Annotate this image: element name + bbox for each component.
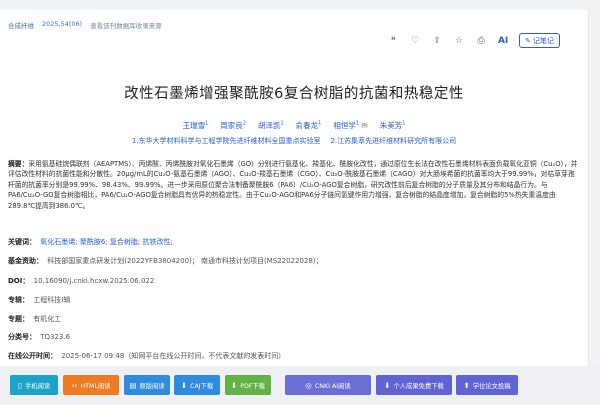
thesis-submit-label: 学位论文投稿: [472, 382, 511, 390]
keywords-row: 关键词： 氧化石墨烯; 聚酰胺6; 复合树脂; 抗铁改性;: [8, 237, 173, 247]
note-label: 记笔记: [533, 36, 554, 45]
author-link[interactable]: 王瑞雪1: [183, 120, 209, 131]
author-name: 胡泽凯: [257, 121, 281, 130]
online-row: 在线公开时间： 2025-06-17 09:48（知网平台在线公开时间，不代表文…: [8, 351, 285, 361]
author-link[interactable]: 相恒学1 ✉: [333, 120, 367, 131]
html-read-label: HTML阅读: [80, 382, 111, 390]
action-bar: ▯ 手机阅读 ‹› HTML阅读 ▤ 原版阅读 ⬇ CAJ下载 ⬇ PDF下载 …: [0, 366, 600, 405]
keywords-label: 关键词：: [8, 238, 36, 246]
fund-row: 基金资助： 科技部国家重点研发计划(2022YFB3804200)； 南通市科技…: [8, 256, 323, 266]
author-affiliation-index: 1: [402, 120, 406, 127]
topic-row: 专辑： 工程科技Ⅰ辑: [8, 295, 70, 305]
affiliation-link[interactable]: 2.江苏集萃先进纤维材料研究所有限公司: [331, 136, 457, 146]
journal-issue[interactable]: 2025,54(06): [42, 20, 82, 30]
original-read-label: 原版阅读: [139, 382, 165, 390]
original-read-button[interactable]: ▤ 原版阅读: [124, 375, 170, 395]
like-icon[interactable]: ♡: [409, 35, 421, 47]
upload-icon: ⬆: [463, 380, 470, 390]
topic-value: 工程科技Ⅰ辑: [33, 296, 71, 304]
author-list: 王瑞雪1 周家良2 胡泽凯1 俞春龙1 相恒学1 ✉ 朱美芳1: [0, 120, 588, 131]
class-row: 分类号： TQ323.6: [8, 332, 70, 342]
personal-free-download-button[interactable]: ⬇ 个人成果免费下载: [376, 375, 452, 395]
print-icon[interactable]: ⎙: [475, 35, 487, 47]
subject-value: 有机化工: [33, 315, 62, 323]
author-name: 朱美芳: [379, 121, 403, 130]
cnki-ai-read-label: CNKI AI阅读: [314, 382, 351, 390]
author-link[interactable]: 俞春龙1: [296, 120, 322, 131]
affiliation-list: 1.东华大学材料科学与工程学院先进纤维材料全国重点实验室 2.江苏集萃先进纤维材料…: [0, 136, 588, 146]
doi-value[interactable]: 10.16090/j.cnki.hcxw.2025.06.022: [34, 277, 155, 285]
database-source-link[interactable]: 查看该刊数据库收录来源: [90, 20, 162, 30]
personal-download-icon: ⬇: [384, 380, 391, 390]
caj-download-label: CAJ下载: [190, 382, 214, 390]
html-icon: ‹›: [71, 380, 78, 390]
subject-label: 专题：: [8, 315, 29, 323]
keywords-value[interactable]: 氧化石墨烯; 聚酰胺6; 复合树脂; 抗铁改性;: [40, 238, 173, 246]
fund-value[interactable]: 科技部国家重点研发计划(2022YFB3804200)； 南通市科技计划项目(M…: [47, 257, 322, 265]
author-link[interactable]: 朱美芳1: [380, 120, 406, 131]
phone-icon: ▯: [17, 380, 22, 390]
subject-row: 专题： 有机化工: [8, 314, 61, 324]
online-label: 在线公开时间：: [8, 352, 57, 360]
abstract-text: 采用氨基硅烷偶联剂（AEAPTMS）、丙烯酸、丙烯酰胺对氧化石墨烯（GO）分别进…: [8, 160, 578, 210]
pdf-download-icon: ⬇: [230, 380, 238, 390]
author-name: 周家良: [220, 121, 243, 130]
author-link[interactable]: 胡泽凯1: [258, 120, 284, 131]
fund-label: 基金资助：: [8, 257, 43, 265]
book-icon: ▤: [129, 380, 137, 390]
author-name: 俞春龙: [295, 121, 319, 130]
note-button[interactable]: ✎ 记笔记: [519, 33, 560, 48]
doi-row: DOI： 10.16090/j.cnki.hcxw.2025.06.022: [8, 276, 154, 286]
online-value: 2025-06-17 09:48（知网平台在线公开时间，不代表文献的发表时间）: [61, 352, 286, 360]
mobile-read-button[interactable]: ▯ 手机阅读: [10, 375, 58, 395]
quote-icon[interactable]: ❝: [387, 35, 399, 47]
pen-icon: ✎: [525, 36, 531, 45]
article-card: 合成纤维 2025,54(06) 查看该刊数据库收录来源 ❝ ♡ ⇪ ☆ ⎙ A…: [0, 10, 589, 366]
pdf-download-button[interactable]: ⬇ PDF下载: [225, 375, 271, 395]
share-icon[interactable]: ⇪: [431, 35, 443, 47]
class-label: 分类号：: [8, 333, 36, 341]
caj-download-button[interactable]: ⬇ CAJ下载: [174, 375, 220, 395]
topic-label: 专辑：: [8, 296, 29, 304]
caj-download-icon: ⬇: [180, 380, 188, 390]
pdf-download-label: PDF下载: [240, 382, 266, 390]
journal-name[interactable]: 合成纤维: [8, 20, 34, 30]
email-icon[interactable]: ✉: [359, 121, 367, 130]
cnki-ai-read-button[interactable]: ◎ CNKI AI阅读: [285, 375, 371, 395]
author-affiliation-index: 2: [242, 120, 246, 127]
abstract-label: 摘要：: [8, 160, 29, 168]
author-link[interactable]: 周家良2: [220, 120, 246, 131]
article-title: 改性石墨烯增强聚酰胺6复合树脂的抗菌和热稳定性: [124, 86, 464, 102]
personal-free-download-label: 个人成果免费下载: [393, 382, 444, 390]
star-icon[interactable]: ☆: [453, 35, 465, 47]
author-name: 王瑞雪: [182, 121, 206, 130]
ai-icon[interactable]: AI: [497, 35, 509, 47]
article-toolbar: ❝ ♡ ⇪ ☆ ⎙ AI ✎ 记笔记: [387, 33, 560, 48]
source-line: 合成纤维 2025,54(06) 查看该刊数据库收录来源: [8, 20, 162, 30]
thesis-submit-button[interactable]: ⬆ 学位论文投稿: [456, 375, 518, 395]
author-affiliation-index: 1: [205, 120, 209, 127]
author-affiliation-index: 1: [318, 120, 322, 127]
html-read-button[interactable]: ‹› HTML阅读: [63, 375, 119, 395]
abstract: 摘要：采用氨基硅烷偶联剂（AEAPTMS）、丙烯酸、丙烯酰胺对氧化石墨烯（GO）…: [8, 159, 578, 211]
author-affiliation-index: 1: [280, 120, 284, 127]
ai-read-icon: ◎: [305, 380, 312, 390]
class-value: TQ323.6: [40, 333, 71, 341]
affiliation-link[interactable]: 1.东华大学材料科学与工程学院先进纤维材料全国重点实验室: [132, 136, 321, 146]
mobile-read-label: 手机阅读: [24, 382, 51, 390]
author-name: 相恒学: [333, 121, 356, 130]
doi-label: DOI：: [8, 277, 30, 285]
